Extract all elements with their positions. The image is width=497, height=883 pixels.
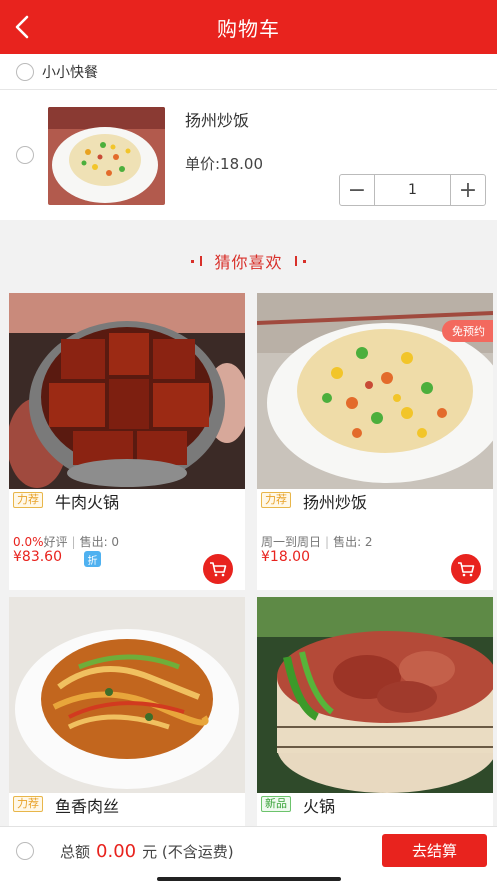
decrement-button[interactable]: − (340, 175, 374, 205)
product-tag: 新品 (261, 796, 291, 812)
total-summary: 总额 0.00 元 (不含运费) (60, 841, 234, 862)
add-to-cart-button[interactable] (451, 554, 481, 584)
select-all-checkbox[interactable] (16, 842, 34, 860)
total-unit: 元 (不含运费) (142, 843, 234, 861)
item-thumbnail (48, 107, 165, 205)
increment-button[interactable]: + (451, 175, 485, 205)
cart-item: 扬州炒饭 单价:18.00 − 1 + (0, 90, 497, 220)
add-to-cart-button[interactable] (203, 554, 233, 584)
product-tag: 力荐 (13, 492, 43, 508)
product-price: ¥83.60 (13, 549, 62, 565)
product-name: 牛肉火锅 (55, 493, 120, 512)
item-unit-price: 单价:18.00 (185, 155, 263, 173)
product-meta: 0.0%好评 | 售出: 0 (13, 535, 120, 549)
item-name: 扬州炒饭 (185, 111, 250, 130)
discount-badge: 折 (84, 551, 101, 567)
quantity-input[interactable]: 1 (374, 175, 451, 205)
item-select-checkbox[interactable] (16, 146, 34, 164)
checkout-bar: 总额 0.00 元 (不含运费) 去结算 (0, 826, 497, 883)
product-image (9, 293, 245, 489)
chevron-left-icon (15, 15, 29, 39)
total-amount: 0.00 (96, 841, 137, 862)
cart-icon (458, 562, 475, 577)
shop-select-checkbox[interactable] (16, 62, 34, 81)
cart-icon (210, 562, 227, 577)
product-image (257, 597, 493, 793)
booking-free-badge: 免预约 (442, 320, 493, 342)
product-tag: 力荐 (13, 796, 43, 812)
product-card[interactable]: 新品 火锅 (257, 597, 493, 826)
quantity-stepper: − 1 + (339, 174, 486, 206)
product-card[interactable]: 力荐 牛肉火锅 0.0%好评 | 售出: 0 ¥83.60 折 (9, 293, 245, 590)
page-title: 购物车 (217, 16, 280, 41)
product-tag: 力荐 (261, 492, 291, 508)
product-image (9, 597, 245, 793)
product-price: ¥18.00 (261, 549, 310, 565)
total-label: 总额 (60, 843, 91, 861)
product-name: 鱼香肉丝 (55, 797, 120, 816)
recommend-title: 猜你喜欢 (214, 253, 283, 272)
product-meta: 周一到周日 | 售出: 2 (261, 535, 373, 549)
sold-count: 售出: 2 (333, 535, 373, 549)
availability-text: 周一到周日 (261, 535, 322, 549)
product-card[interactable]: 力荐 鱼香肉丝 (9, 597, 245, 826)
rating-label: 好评 (43, 535, 68, 549)
home-indicator (157, 877, 341, 881)
product-name: 扬州炒饭 (303, 493, 368, 512)
product-card[interactable]: 免预约 力荐 扬州炒饭 周一到周日 | 售出: 2 ¥18.00 (257, 293, 493, 590)
product-name: 火锅 (303, 797, 336, 816)
shop-row: 小小快餐 (0, 54, 497, 90)
checkout-button[interactable]: 去结算 (382, 834, 487, 867)
sold-count: 售出: 0 (79, 535, 120, 549)
nav-bar: 购物车 (0, 0, 497, 54)
shop-name: 小小快餐 (42, 64, 98, 81)
recommend-heading: 猜你喜欢 (0, 246, 497, 276)
rating-value: 0.0% (13, 535, 44, 549)
back-button[interactable] (6, 8, 40, 46)
